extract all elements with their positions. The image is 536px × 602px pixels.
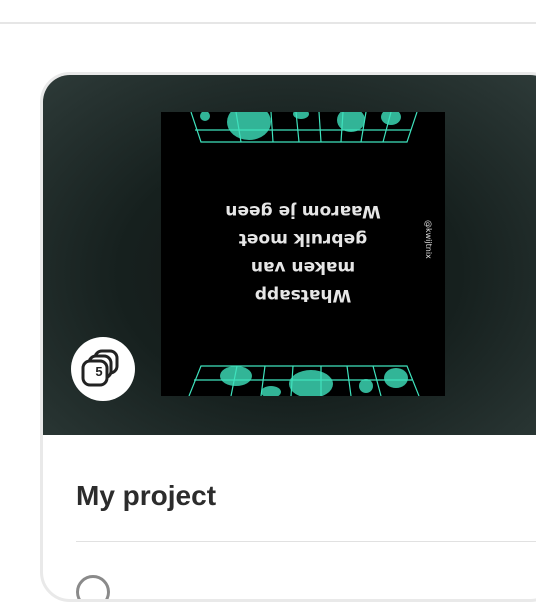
thumbnail-line-3: gebruik moet: [238, 229, 368, 249]
project-title[interactable]: My project: [76, 480, 216, 512]
thumbnail-text: Whatsapp maken van gebruik moet Waarom j…: [161, 197, 445, 309]
page-count-badge[interactable]: 5: [71, 337, 135, 401]
circle-icon: [76, 575, 110, 599]
page-count: 5: [95, 364, 103, 379]
thumbnail-line-2: maken van: [250, 257, 356, 277]
divider: [76, 541, 536, 542]
project-thumbnail: Whatsapp maken van gebruik moet Waarom j…: [161, 112, 445, 396]
neon-grid-top: [190, 112, 418, 143]
thumbnail-line-1: Whatsapp: [254, 285, 352, 305]
top-bar: [0, 0, 536, 24]
project-card[interactable]: Whatsapp maken van gebruik moet Waarom j…: [40, 72, 536, 602]
project-thumbnail-area[interactable]: Whatsapp maken van gebruik moet Waarom j…: [43, 75, 536, 435]
neon-grid-bottom: [188, 365, 420, 396]
thumbnail-line-4: Waarom je geen: [225, 201, 381, 221]
thumbnail-handle: @kwijtnix: [424, 220, 433, 259]
